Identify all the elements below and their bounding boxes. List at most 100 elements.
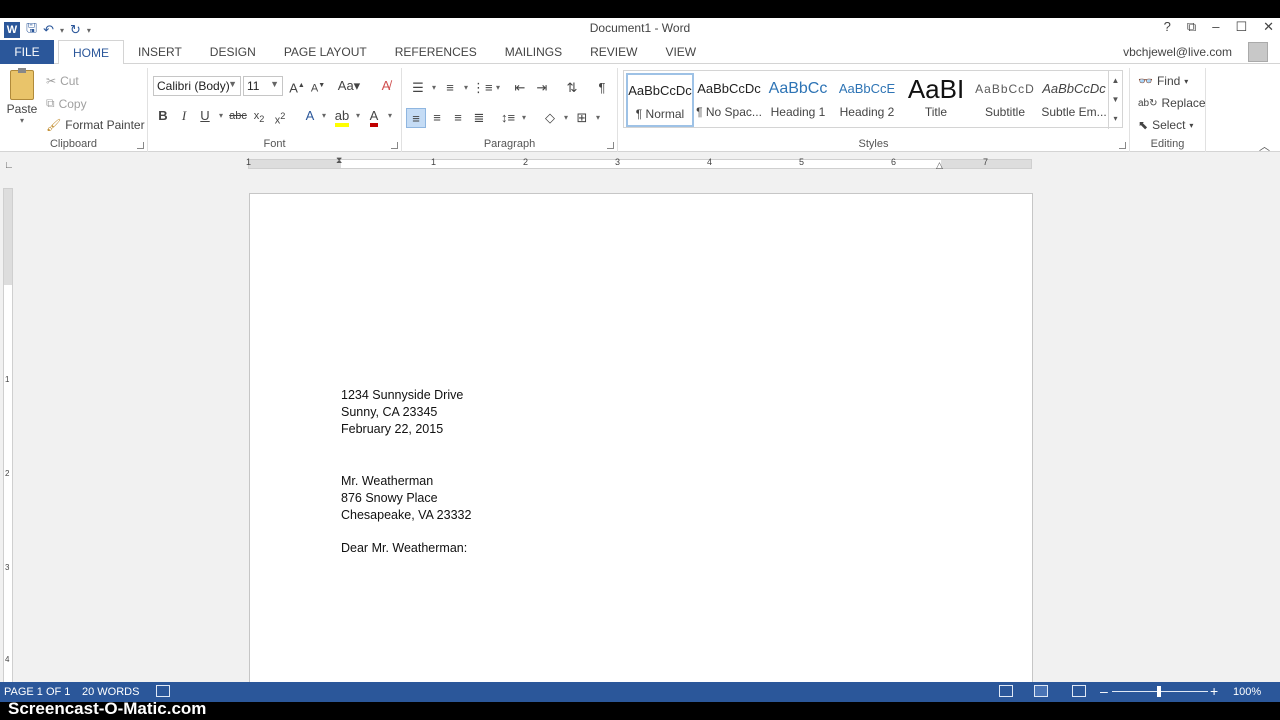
title-bar: W 🖫 ↶ ▾ ↻ ▾ Document1 - Word ? ⧉ – ☐ ✕: [0, 18, 1280, 40]
borders-dropdown-icon[interactable]: ▾: [588, 108, 608, 128]
clipboard-icon: [10, 68, 34, 100]
font-name-combo[interactable]: Calibri (Body) ▼: [153, 76, 241, 96]
document-area: 1 2 3 4 1234 Sunnyside Drive Sunny, CA 2…: [0, 182, 1280, 682]
zoom-level[interactable]: 100%: [1233, 686, 1261, 698]
multilevel-dropdown-icon[interactable]: ▾: [488, 78, 508, 98]
ruler-number: 7: [983, 157, 989, 167]
ruler-number: 3: [615, 157, 621, 167]
subscript-icon[interactable]: x2: [249, 106, 269, 126]
more-styles-icon[interactable]: ▾: [1109, 109, 1122, 128]
document-page[interactable]: 1234 Sunnyside Drive Sunny, CA 23345 Feb…: [249, 193, 1033, 682]
minimize-button[interactable]: –: [1212, 19, 1219, 35]
style-normal[interactable]: AaBbCcDc ¶ Normal: [626, 73, 694, 127]
tab-file[interactable]: FILE: [0, 40, 54, 64]
line-spacing-dropdown-icon[interactable]: ▾: [514, 108, 534, 128]
styles-gallery-scroll[interactable]: ▲ ▼ ▾: [1108, 71, 1122, 129]
chevron-down-icon: ▾: [1184, 76, 1189, 86]
style-no-spacing[interactable]: AaBbCcDc ¶ No Spac...: [695, 73, 763, 127]
find-button[interactable]: 👓 Find ▾: [1138, 74, 1188, 88]
superscript-icon[interactable]: x2: [270, 106, 290, 127]
bold-icon[interactable]: B: [153, 106, 173, 126]
letter-body[interactable]: 1234 Sunnyside Drive Sunny, CA 23345 Feb…: [341, 387, 471, 557]
text-effects-dropdown-icon[interactable]: ▾: [314, 106, 334, 126]
style-title[interactable]: AaBI Title: [902, 73, 970, 127]
clipboard-group: Paste ▾ ✂ Cut ⧉ Copy 🖌 Format Painter Cl…: [0, 68, 148, 152]
binoculars-icon: 👓: [1138, 74, 1153, 88]
align-left-icon[interactable]: ≡: [406, 108, 426, 128]
zoom-slider-thumb[interactable]: [1157, 686, 1161, 697]
clipboard-dialog-launcher-icon[interactable]: [137, 142, 144, 149]
read-mode-icon[interactable]: [999, 685, 1013, 697]
style-preview: AaBbCcDc: [697, 81, 761, 96]
zoom-out-button[interactable]: –: [1100, 683, 1108, 699]
italic-icon[interactable]: I: [174, 106, 194, 126]
recipient-name: Mr. Weatherman: [341, 473, 434, 488]
indent-marker-icon[interactable]: ⧗: [336, 155, 342, 166]
close-button[interactable]: ✕: [1263, 19, 1274, 35]
horizontal-ruler[interactable]: 1 1 2 3 4 5 6 7 ⧗ △: [246, 155, 1032, 171]
pilcrow-icon[interactable]: ¶: [592, 78, 612, 98]
copy-button[interactable]: ⧉ Copy: [46, 96, 87, 111]
font-color-dropdown-icon[interactable]: ▾: [380, 106, 400, 126]
align-center-icon[interactable]: ≡: [427, 108, 447, 128]
change-case-icon[interactable]: Aa▾: [336, 76, 362, 96]
strikethrough-icon[interactable]: abc: [228, 106, 248, 126]
chevron-down-icon: ▾: [1189, 120, 1194, 130]
tab-mailings[interactable]: MAILINGS: [491, 40, 576, 64]
tab-selector-icon[interactable]: ∟: [4, 160, 14, 171]
help-button[interactable]: ?: [1164, 19, 1171, 35]
format-painter-label: Format Painter: [65, 118, 145, 132]
font-group-label: Font: [263, 138, 286, 150]
styles-dialog-launcher-icon[interactable]: [1119, 142, 1126, 149]
maximize-button[interactable]: ☐: [1235, 19, 1247, 35]
proofing-icon[interactable]: [156, 685, 170, 697]
tab-review[interactable]: REVIEW: [576, 40, 651, 64]
align-right-icon[interactable]: ≡: [448, 108, 468, 128]
format-painter-button[interactable]: 🖌 Format Painter: [46, 118, 145, 132]
tab-design[interactable]: DESIGN: [196, 40, 270, 64]
chevron-up-icon[interactable]: ▲: [1109, 71, 1122, 90]
select-button[interactable]: ⬉ Select ▾: [1138, 118, 1193, 132]
web-layout-icon[interactable]: [1072, 685, 1086, 697]
tab-page-layout[interactable]: PAGE LAYOUT: [270, 40, 381, 64]
replace-button[interactable]: ab↻ Replace: [1138, 96, 1206, 110]
word-count[interactable]: 20 WORDS: [82, 686, 139, 698]
tab-references[interactable]: REFERENCES: [381, 40, 491, 64]
print-layout-icon[interactable]: [1034, 685, 1048, 697]
clear-formatting-icon[interactable]: A̸: [376, 76, 396, 96]
font-size-combo[interactable]: 11 ▼: [243, 76, 283, 96]
tab-view[interactable]: VIEW: [651, 40, 710, 64]
increase-indent-icon[interactable]: ⇥: [532, 78, 552, 98]
vertical-ruler[interactable]: 1 2 3 4: [3, 188, 13, 682]
style-heading-2[interactable]: AaBbCcE Heading 2: [833, 73, 901, 127]
chevron-down-icon[interactable]: ▼: [1109, 90, 1122, 109]
justify-icon[interactable]: ≣: [469, 108, 489, 128]
font-size-value: 11: [247, 79, 260, 93]
style-name: Heading 2: [839, 105, 895, 119]
paragraph-dialog-launcher-icon[interactable]: [607, 142, 614, 149]
page-count[interactable]: PAGE 1 OF 1: [4, 686, 70, 698]
watermark-strip: Screencast-O-Matic.com: [0, 699, 1280, 720]
paste-button[interactable]: Paste ▾: [6, 68, 38, 125]
style-heading-1[interactable]: AaBbCc Heading 1: [764, 73, 832, 127]
decrease-indent-icon[interactable]: ⇤: [510, 78, 530, 98]
avatar[interactable]: [1248, 42, 1268, 62]
tab-home[interactable]: HOME: [58, 40, 124, 65]
tab-insert[interactable]: INSERT: [124, 40, 196, 64]
shrink-font-icon[interactable]: A▼: [308, 76, 328, 96]
ribbon-display-options-button[interactable]: ⧉: [1187, 19, 1196, 35]
account-name[interactable]: vbchjewel@live.com: [1123, 45, 1232, 59]
style-subtle-emphasis[interactable]: AaBbCcDc Subtle Em...: [1040, 73, 1108, 127]
ruler-number: 2: [5, 469, 10, 478]
sort-icon[interactable]: ⇅: [562, 78, 582, 98]
cursor-icon: ⬉: [1138, 118, 1149, 132]
cut-button[interactable]: ✂ Cut: [46, 74, 79, 88]
paste-dropdown-icon[interactable]: ▾: [6, 116, 38, 125]
font-dialog-launcher-icon[interactable]: [391, 142, 398, 149]
style-subtitle[interactable]: AaBbCcD Subtitle: [971, 73, 1039, 127]
ruler-text-area: [4, 285, 12, 682]
grow-font-icon[interactable]: A▲: [287, 76, 307, 96]
copy-label: Copy: [58, 96, 87, 111]
zoom-in-button[interactable]: +: [1210, 683, 1218, 699]
right-indent-marker-icon[interactable]: △: [936, 160, 943, 171]
